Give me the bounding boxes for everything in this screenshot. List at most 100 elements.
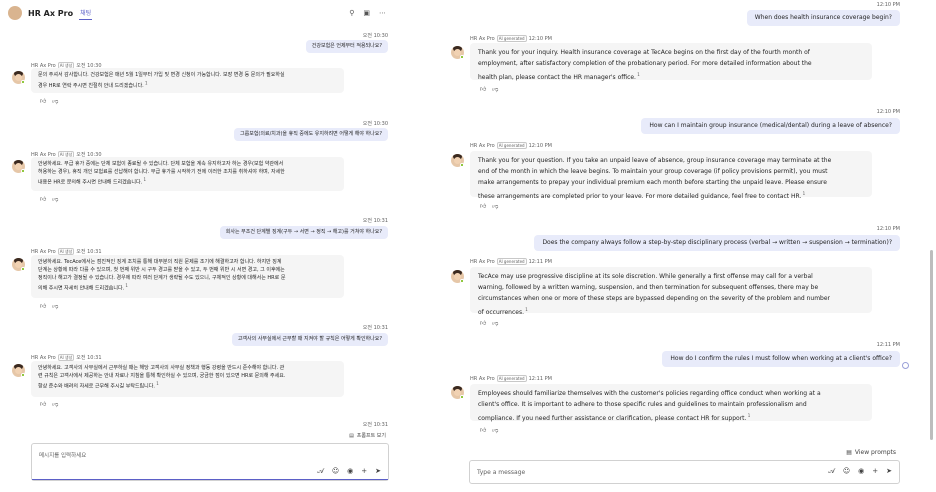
message-timestamp: 오전 10:31 (362, 422, 388, 428)
thumbs-up-icon[interactable]: 👍︎ (480, 85, 486, 93)
view-prompts-label: 프롬프트 보기 (356, 433, 386, 439)
bot-message: 안녕하세요. TecAce에서는 점진적인 징계 조치를 통해 대부분의 직원 … (31, 255, 344, 298)
user-message: Does the company always follow a step-by… (534, 235, 900, 251)
thumbs-up-icon[interactable]: 👍︎ (40, 302, 46, 310)
more-options-icon[interactable]: ⋯ (379, 9, 386, 17)
citation-ref[interactable]: 1 (524, 307, 528, 312)
citation-ref[interactable]: 1 (144, 80, 148, 85)
view-prompts-button[interactable]: ▤ 프롬프트 보기 (349, 432, 386, 440)
ai-generated-badge: AI generated (496, 35, 527, 42)
citation-ref[interactable]: 1 (124, 283, 128, 288)
user-message: 회사는 무조건 단계별 징계(구두 → 서면 → 정직 → 해고)를 거쳐야 하… (219, 226, 388, 239)
send-icon[interactable]: ➤ (375, 467, 381, 476)
presence-dot (21, 267, 25, 271)
compose-placeholder: 메시지를 입력하세요 (39, 453, 87, 459)
feedback: 👍︎ 👎︎ (480, 85, 498, 93)
popout-icon[interactable]: ▣ (363, 9, 370, 17)
bot-message-meta: HR Ax Pro AI generated 12:10 PM (470, 35, 552, 42)
emoji-icon[interactable]: ☺ (332, 467, 339, 476)
bot-message-meta: HR Ax Pro AI generated 12:11 PM (470, 375, 552, 382)
bot-message: Thank you for your inquiry. Health insur… (470, 43, 872, 81)
bot-message: 안녕하세요. 무급 휴가 중에는 단체 보험이 종료될 수 있습니다. 단체 보… (31, 157, 344, 191)
message-timestamp: 12:10 PM (876, 226, 900, 232)
bot-message-meta: HR Ax Pro AI generated 12:10 PM (470, 142, 552, 149)
presence-dot (21, 169, 25, 173)
message-timestamp: 12:11 PM (876, 342, 900, 348)
view-prompts-button[interactable]: ▤ View prompts (846, 449, 896, 456)
thumbs-down-icon[interactable]: 👎︎ (492, 319, 498, 327)
emoji-icon[interactable]: ☺ (843, 467, 850, 476)
ai-generated-badge: AI generated (496, 142, 527, 149)
presence-dot (460, 55, 464, 59)
format-icon[interactable]: 𝒜 (317, 467, 324, 476)
presence-dot (460, 279, 464, 283)
ai-generated-badge: AI generated (496, 258, 527, 265)
view-prompts-label: View prompts (854, 449, 896, 456)
feedback: 👍︎ 👎︎ (40, 400, 58, 408)
bot-message-meta: HR Ax Pro AI generated 12:11 PM (470, 258, 552, 265)
read-receipt-icon (902, 362, 909, 369)
app-avatar (8, 6, 22, 20)
format-icon[interactable]: 𝒜 (828, 467, 835, 476)
thumbs-down-icon[interactable]: 👎︎ (492, 426, 498, 434)
user-message: 고객사의 사무실에서 근무할 때 지켜야 할 규칙은 어떻게 확인하나요? (231, 333, 388, 346)
bot-message: TecAce may use progressive discipline at… (470, 267, 872, 316)
ai-generated-badge: AI 생성 (57, 248, 75, 255)
thumbs-up-icon[interactable]: 👍︎ (40, 400, 46, 408)
thumbs-up-icon[interactable]: 👍︎ (480, 202, 486, 210)
user-message: 그룹보험(의료/치과)을 휴직 중에도 유지하려면 어떻게 해야 하나요? (234, 128, 388, 141)
thumbs-down-icon[interactable]: 👎︎ (52, 302, 58, 310)
feedback: 👍︎ 👎︎ (480, 319, 498, 327)
thumbs-up-icon[interactable]: 👍︎ (40, 97, 46, 105)
thumbs-down-icon[interactable]: 👎︎ (52, 400, 58, 408)
bot-message-meta: HR Ax Pro AI 생성 오전 10:31 (31, 354, 102, 361)
scrollbar[interactable] (930, 250, 933, 440)
english-chat-pane: 12:10 PM When does health insurance cove… (440, 0, 936, 492)
citation-ref[interactable]: 1 (155, 381, 159, 386)
message-timestamp: 오전 10:30 (362, 121, 388, 127)
thumbs-down-icon[interactable]: 👎︎ (52, 97, 58, 105)
thumbs-up-icon[interactable]: 👍︎ (480, 319, 486, 327)
add-icon[interactable]: + (872, 467, 878, 476)
message-timestamp: 오전 10:31 (362, 218, 388, 224)
citation-ref[interactable]: 1 (801, 191, 806, 196)
citation-ref[interactable]: 1 (746, 413, 751, 418)
bot-message: Thank you for your question. If you take… (470, 151, 872, 200)
thumbs-down-icon[interactable]: 👎︎ (492, 85, 498, 93)
tab-chat[interactable]: 채팅 (79, 6, 93, 20)
message-compose[interactable]: 메시지를 입력하세요 𝒜 ☺ ◉ + ➤ (31, 443, 389, 481)
sticker-icon[interactable]: ◉ (347, 467, 353, 476)
bot-message: 문의 주셔서 감사합니다. 건강보험은 매년 5월 1일부터 가입 및 변경 신… (31, 68, 344, 93)
add-icon[interactable]: + (361, 467, 367, 476)
message-timestamp: 오전 10:30 (362, 33, 388, 39)
ai-generated-badge: AI generated (496, 375, 527, 382)
thumbs-up-icon[interactable]: 👍︎ (40, 195, 46, 203)
message-compose[interactable]: Type a message 𝒜 ☺ ◉ + ➤ (469, 460, 900, 484)
presence-dot (460, 163, 464, 167)
send-icon[interactable]: ➤ (886, 467, 892, 476)
prompts-icon: ▤ (846, 449, 852, 456)
compose-placeholder: Type a message (477, 469, 526, 476)
presence-dot (460, 395, 464, 399)
message-timestamp: 12:10 PM (876, 109, 900, 115)
message-line: 문의 주셔서 감사합니다. 건강보험은 매년 5월 1일부터 가입 및 변경 신… (38, 72, 285, 78)
bot-message: 안녕하세요. 고객사의 사무실에서 근무하실 때는 해당 고객사의 사무실 정책… (31, 361, 344, 397)
thumbs-down-icon[interactable]: 👎︎ (52, 195, 58, 203)
korean-chat-pane: HR Ax Pro 채팅 ⚲ ▣ ⋯ 오전 10:30 건강보험은 언제부터 적… (0, 0, 394, 492)
compose-focus-line (32, 479, 388, 480)
message-timestamp: 12:10 PM (876, 2, 900, 8)
user-message: 건강보험은 언제부터 적용되나요? (305, 40, 388, 53)
prompts-icon: ▤ (349, 432, 354, 439)
thumbs-down-icon[interactable]: 👎︎ (492, 202, 498, 210)
feedback: 👍︎ 👎︎ (40, 302, 58, 310)
citation-ref[interactable]: 1 (142, 177, 146, 182)
thumbs-up-icon[interactable]: 👍︎ (480, 426, 486, 434)
bot-message-meta: HR Ax Pro AI 생성 오전 10:31 (31, 248, 102, 255)
sticker-icon[interactable]: ◉ (858, 467, 864, 476)
citation-ref[interactable]: 1 (636, 72, 640, 77)
feedback: 👍︎ 👎︎ (480, 426, 498, 434)
search-icon[interactable]: ⚲ (349, 9, 354, 17)
feedback: 👍︎ 👎︎ (480, 202, 498, 210)
user-message: When does health insurance coverage begi… (746, 10, 900, 26)
feedback: 👍︎ 👎︎ (40, 97, 58, 105)
